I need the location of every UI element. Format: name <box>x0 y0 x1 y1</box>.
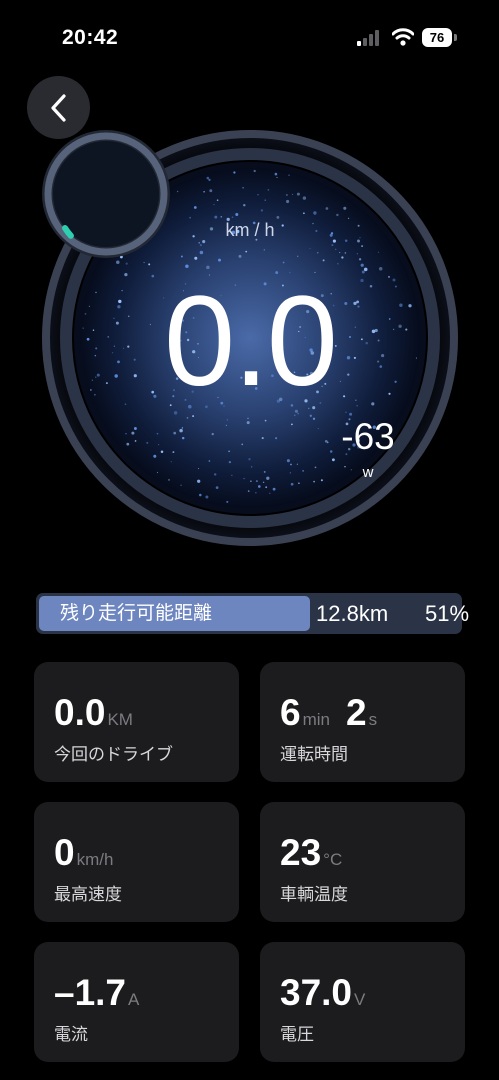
chevron-left-icon <box>50 93 66 122</box>
voltage-label: 電圧 <box>280 1025 314 1045</box>
range-distance: 12.8km <box>316 601 389 626</box>
stat-card-max-speed: 0 km/h 最高速度 <box>34 802 239 922</box>
max-speed-unit: km/h <box>76 850 114 869</box>
trip-distance-label: 今回のドライブ <box>54 745 173 765</box>
trip-distance-unit: KM <box>107 710 133 729</box>
driving-time-seconds-unit: s <box>368 710 378 729</box>
range-label: 残り走行可能距離 <box>60 602 213 624</box>
voltage-unit: V <box>354 990 366 1009</box>
power-unit: w <box>362 464 374 481</box>
status-time: 20:42 <box>62 26 119 49</box>
current-label: 電流 <box>54 1025 88 1045</box>
battery-indicator: 76 <box>422 28 452 47</box>
trip-distance-value: 0.0 <box>54 692 106 733</box>
stat-card-vehicle-temperature: 23 °C 車輌温度 <box>260 802 465 922</box>
speedometer-gauge: km / h 0.0 -63 w <box>40 128 460 548</box>
current-value: –1.7 <box>54 972 127 1013</box>
wifi-icon <box>392 28 414 46</box>
stat-card-trip-distance: 0.0 KM 今回のドライブ <box>34 662 239 782</box>
remaining-range-bar: 残り走行可能距離 12.8km 51% <box>36 593 469 634</box>
speed-value: 0.0 <box>164 270 338 413</box>
driving-time-label: 運転時間 <box>280 745 348 765</box>
stat-card-driving-time: 6 min 2 s 運転時間 <box>260 662 465 782</box>
current-unit: A <box>128 990 140 1009</box>
max-speed-value: 0 <box>54 832 75 873</box>
driving-time-minutes-unit: min <box>302 710 330 729</box>
voltage-value: 37.0 <box>280 972 353 1013</box>
temperature-unit: °C <box>323 850 343 869</box>
driving-time-minutes: 6 <box>280 692 301 733</box>
driving-time-seconds: 2 <box>345 692 367 733</box>
power-value: -63 <box>341 416 395 457</box>
max-speed-label: 最高速度 <box>54 885 122 905</box>
battery-cap <box>454 34 457 41</box>
cellular-signal-icon <box>357 30 379 46</box>
range-percent: 51% <box>425 601 470 626</box>
temperature-value: 23 <box>280 832 322 873</box>
stat-card-current: –1.7 A 電流 <box>34 942 239 1062</box>
temperature-label: 車輌温度 <box>280 885 348 905</box>
power-meter <box>42 130 170 258</box>
stat-card-voltage: 37.0 V 電圧 <box>260 942 465 1062</box>
status-bar: 20:42 76 <box>0 0 499 76</box>
